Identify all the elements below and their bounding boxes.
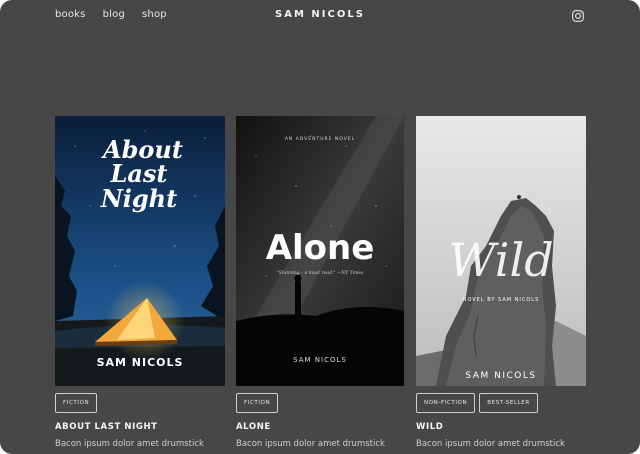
cover-quote: "Stunning – a must read." —NY Times <box>277 270 364 276</box>
tag-best-seller[interactable]: BEST-SELLER <box>479 393 538 413</box>
page-frame: books blog shop SAM NICOLS About Last Ni… <box>0 0 640 454</box>
book-description: Bacon ipsum dolor amet drumstick <box>416 439 565 449</box>
book-card[interactable]: AN ADVENTURE NOVEL Alone "Stunning – a m… <box>236 116 404 449</box>
book-description: Bacon ipsum dolor amet drumstick <box>236 439 385 449</box>
book-cover[interactable]: AN ADVENTURE NOVEL Alone "Stunning – a m… <box>236 116 404 386</box>
cover-title-line: Night <box>100 184 177 213</box>
site-title[interactable]: SAM NICOLS <box>0 9 640 20</box>
tag-fiction[interactable]: FICTION <box>236 393 279 413</box>
cover-title: Wild <box>448 233 553 287</box>
book-cover[interactable]: About Last Night SAM NICOLS <box>55 116 225 386</box>
book-card[interactable]: Wild NOVEL BY SAM NICOLS SAM NICOLS NON-… <box>416 116 586 449</box>
book-title[interactable]: ALONE <box>236 422 404 432</box>
book-title[interactable]: WILD <box>416 422 586 432</box>
tag-list: FICTION <box>236 393 404 413</box>
tag-list: NON-FICTION BEST-SELLER <box>416 393 586 413</box>
tag-non-fiction[interactable]: NON-FICTION <box>416 393 476 413</box>
tag-fiction[interactable]: FICTION <box>55 393 98 413</box>
book-description: Bacon ipsum dolor amet drumstick <box>55 439 204 449</box>
cover-author: SAM NICOLS <box>293 356 347 364</box>
instagram-icon[interactable] <box>572 10 584 22</box>
cover-author: SAM NICOLS <box>465 371 536 381</box>
tag-list: FICTION <box>55 393 225 413</box>
cover-subtitle: NOVEL BY SAM NICOLS <box>463 297 540 303</box>
cover-kicker: AN ADVENTURE NOVEL <box>285 136 355 142</box>
book-card[interactable]: About Last Night SAM NICOLS FICTION ABOU… <box>55 116 225 449</box>
book-title[interactable]: ABOUT LAST NIGHT <box>55 422 225 432</box>
book-cover[interactable]: Wild NOVEL BY SAM NICOLS SAM NICOLS <box>416 116 586 386</box>
cover-author: SAM NICOLS <box>97 356 184 369</box>
cover-title: Alone <box>266 228 375 268</box>
